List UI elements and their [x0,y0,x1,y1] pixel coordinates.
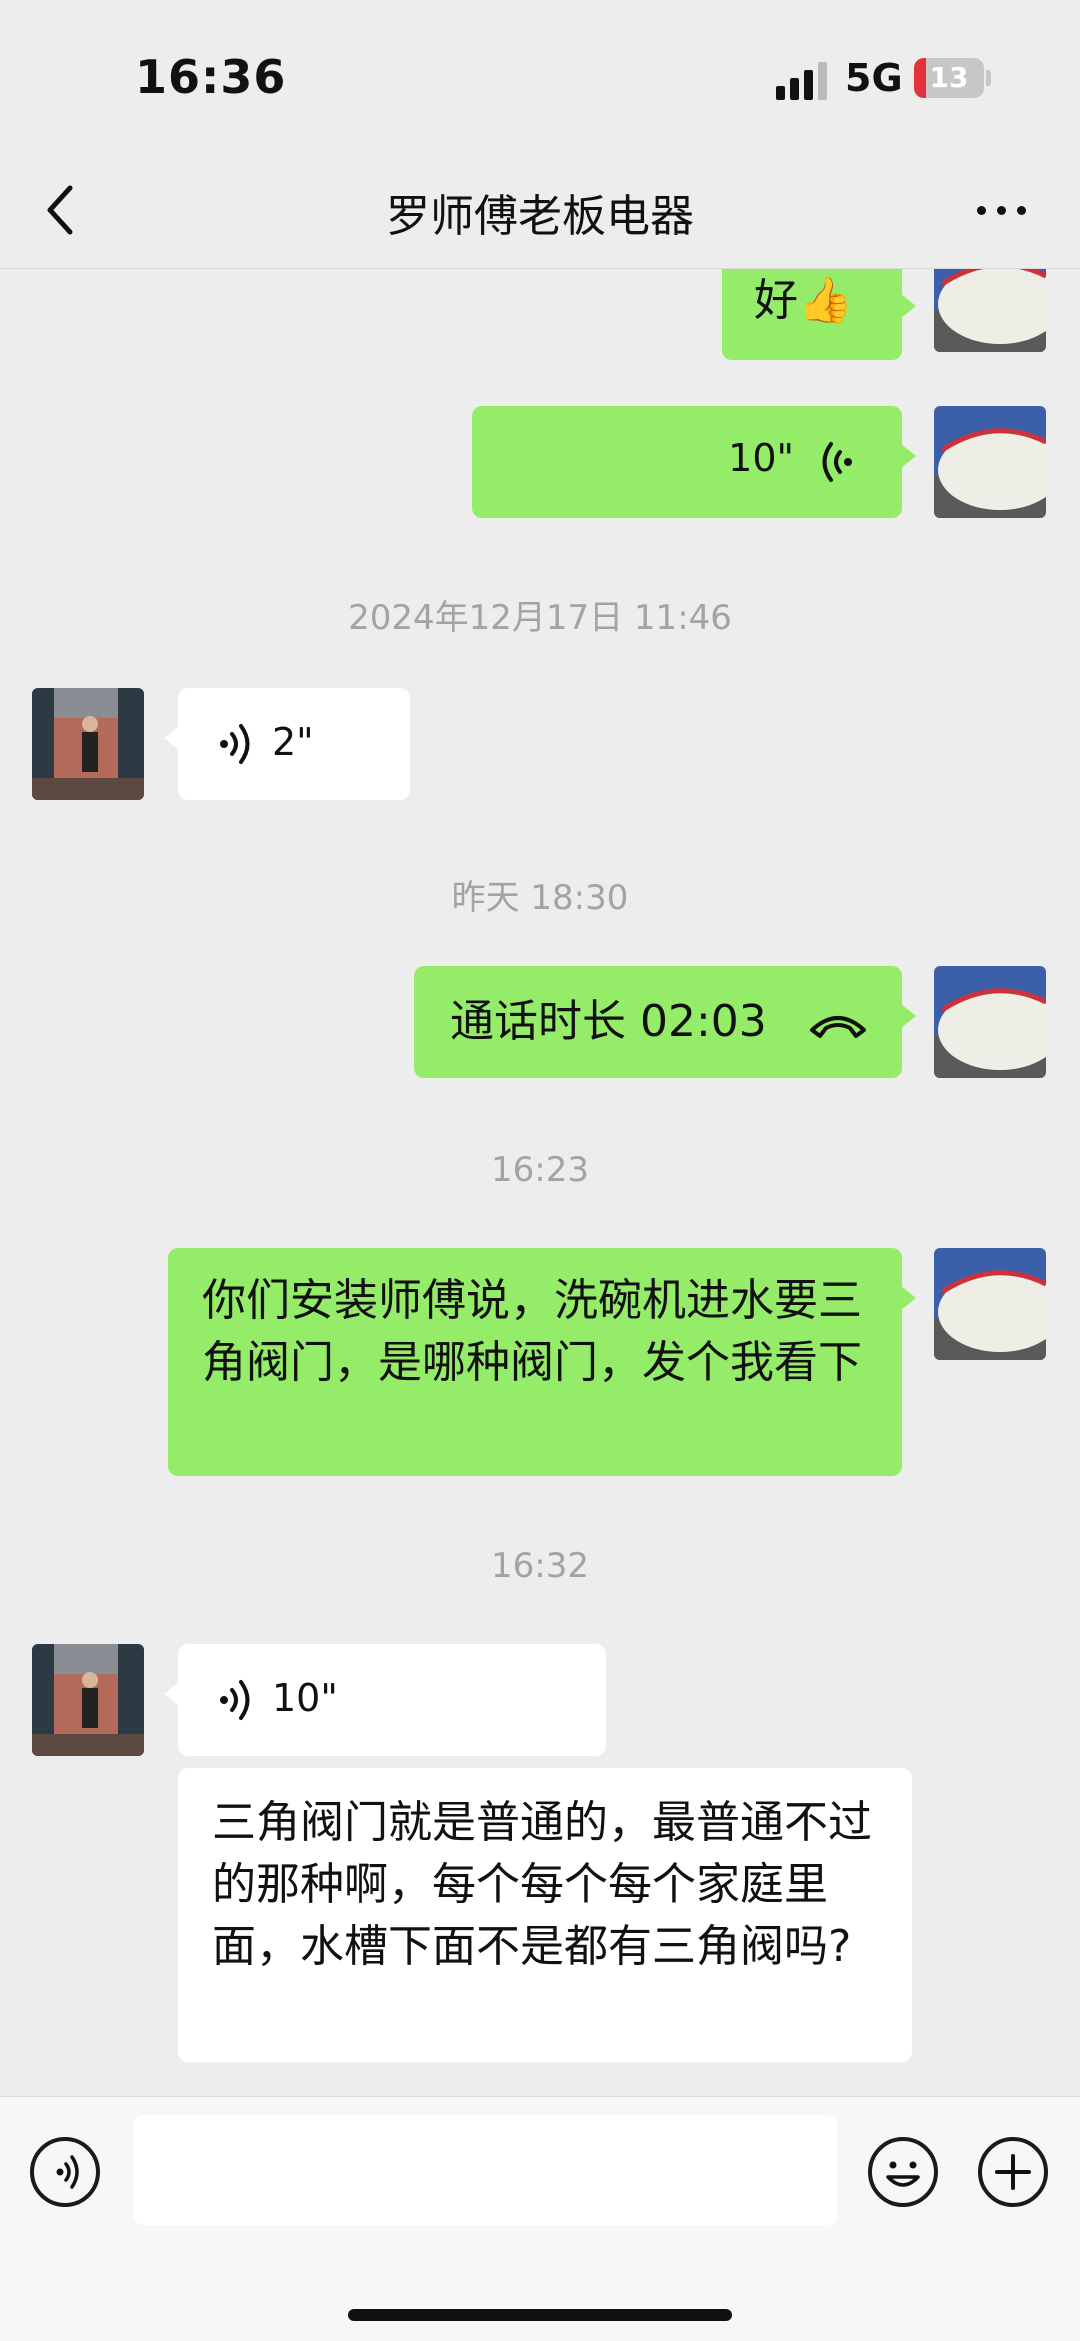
home-indicator[interactable] [348,2309,732,2321]
received-voice-message[interactable]: 2" [164,688,410,800]
my-avatar[interactable] [934,966,1046,1078]
message-text: 好👍 [754,275,853,326]
chat-header: 罗师傅老板电器 [0,150,1080,269]
call-duration-text: 通话时长 02:03 [450,996,767,1047]
my-avatar[interactable] [934,1248,1046,1360]
contact-avatar[interactable] [32,688,144,800]
status-bar: 16:36 5G 13 [0,0,1080,150]
timestamp: 16:32 [491,1546,589,1586]
timestamp: 2024年12月17日 11:46 [348,598,732,638]
input-bar [0,2096,1080,2341]
message-list[interactable]: 好👍 10" 2024年12月17日 11:46 2" 昨天 18:30 通话时… [0,268,1080,2096]
voice-duration: 10" [272,1676,338,1720]
sent-call-record[interactable]: 通话时长 02:03 [414,966,916,1078]
my-avatar[interactable] [934,268,1046,352]
message-input[interactable] [133,2115,837,2225]
voice-wave-icon [220,1680,250,1720]
battery-tip [986,70,991,86]
phone-hangup-icon [810,1016,866,1038]
message-text: 三角阀门就是普通的，最普通不过的那种啊，每个每个每个家庭里面，水槽下面不是都有三… [212,1797,872,1972]
voice-wave-icon [220,724,250,764]
sent-message-bubble[interactable]: 你们安装师傅说，洗碗机进水要三角阀门，是哪种阀门，发个我看下 [168,1248,916,1476]
more-dots-icon[interactable] [972,190,1032,230]
voice-duration: 2" [272,720,314,764]
message-text: 你们安装师傅说，洗碗机进水要三角阀门，是哪种阀门，发个我看下 [202,1275,862,1388]
timestamp: 16:23 [491,1150,589,1190]
contact-avatar[interactable] [32,1644,144,1756]
battery-level: 13 [929,61,969,94]
plus-icon[interactable] [978,2137,1048,2207]
emoji-icon[interactable] [868,2137,938,2207]
status-time: 16:36 [135,50,287,104]
signal-icon [776,62,828,100]
my-avatar[interactable] [934,406,1046,518]
sent-message-bubble[interactable]: 好👍 [722,268,916,360]
chat-title: 罗师傅老板电器 [386,191,694,242]
received-voice-message[interactable]: 10" [164,1644,606,1756]
chat-screen: 16:36 5G 13 罗师傅老板电器 好👍 10" 2024年12月17日 1… [0,0,1080,2341]
voice-wave-icon [822,442,852,482]
network-type: 5G [845,56,903,100]
battery-icon: 13 [914,58,984,98]
timestamp: 昨天 18:30 [451,878,629,918]
sent-voice-message[interactable]: 10" [472,406,916,518]
voice-duration: 10" [728,436,794,480]
received-message-bubble[interactable]: 三角阀门就是普通的，最普通不过的那种啊，每个每个每个家庭里面，水槽下面不是都有三… [178,1768,912,2062]
voice-input-icon[interactable] [30,2137,100,2207]
